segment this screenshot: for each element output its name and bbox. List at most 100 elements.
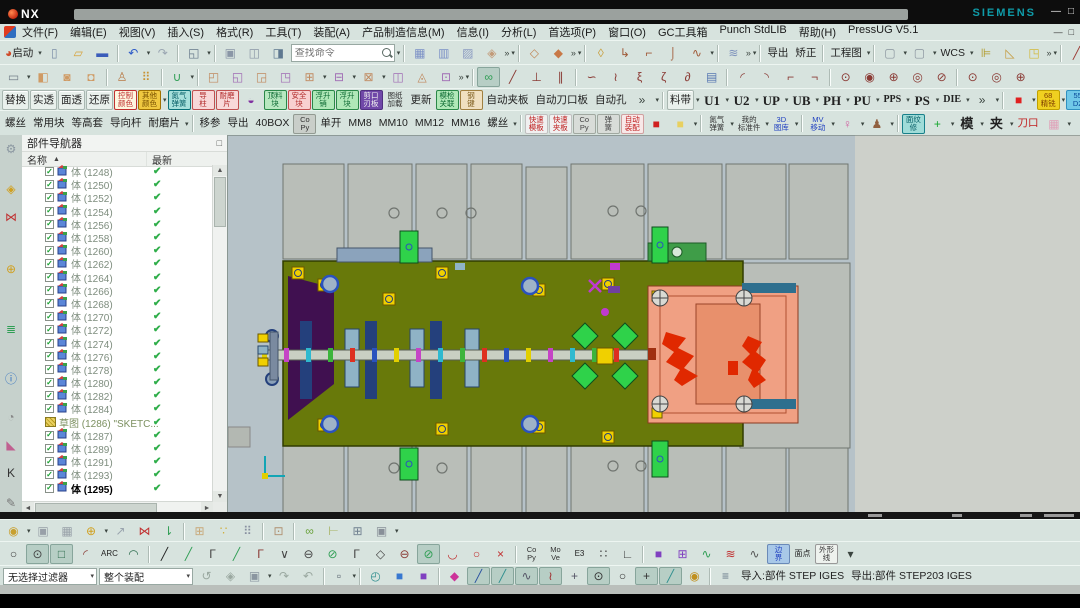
visibility-checkbox-icon[interactable] (45, 457, 54, 467)
refresh-icon[interactable]: ↺ (195, 567, 218, 585)
selection-scope-combo[interactable]: 整个装配 ▾ (99, 567, 193, 585)
command-search[interactable] (290, 44, 395, 62)
guide-post-stamp[interactable]: 导柱 (191, 90, 215, 110)
circle-filter-icon[interactable]: ○ (611, 567, 634, 585)
texture-stamp[interactable]: 面纹修 (901, 113, 925, 134)
dropdown-arrow[interactable]: ▾ (656, 96, 660, 104)
update-button[interactable]: 更新 (408, 90, 435, 110)
navigator-row[interactable]: 体 (1284) (23, 401, 212, 416)
spline-filter-icon[interactable]: ≀ (539, 567, 563, 585)
copy-2-stamp[interactable]: Co Py (572, 113, 596, 134)
dropdown-arrow[interactable]: ▾ (268, 572, 272, 580)
dropdown-arrow[interactable]: ▾ (105, 527, 109, 535)
notes-icon[interactable]: ✎ (2, 495, 20, 511)
navigator-row[interactable]: 体 (1254) (23, 204, 212, 219)
green-cross-icon[interactable]: + (926, 114, 949, 134)
screw-2-button[interactable]: 螺丝 (484, 114, 511, 134)
dropdown-arrow[interactable]: ▾ (710, 49, 714, 57)
dropdown-arrow[interactable]: ▾ (323, 73, 327, 81)
polygon-tool-icon[interactable]: □ (50, 544, 73, 564)
link-circles-icon[interactable]: ⊘ (321, 544, 344, 564)
mdi-minimize-button[interactable]: — (1054, 27, 1063, 37)
curve-tool-4-icon[interactable]: ζ (652, 67, 675, 87)
arc-corner-1-icon[interactable]: ◜ (731, 67, 754, 87)
dropdown-arrow[interactable]: ▾ (1067, 120, 1071, 128)
up-button[interactable]: UP (760, 90, 783, 110)
bend-1-icon[interactable]: ↳ (613, 43, 636, 63)
named-view-box-2[interactable]: ▢ (908, 43, 931, 63)
export-part-button[interactable]: 导出:部件 STEP203 IGES (848, 567, 975, 585)
dropdown-arrow[interactable]: ▾ (147, 49, 151, 57)
menu-item[interactable]: 信息(I) (451, 24, 495, 40)
fillet-icon[interactable]: ◠ (122, 544, 145, 564)
assembly-constraint-icon[interactable]: ⋈ (133, 521, 156, 541)
dropdown-arrow[interactable]: ▾ (1010, 120, 1014, 128)
dropdown-arrow[interactable]: ▾ (38, 49, 42, 57)
dropdown-arrow[interactable]: ▾ (353, 572, 357, 580)
dropdown-arrow[interactable]: ▾ (846, 96, 850, 104)
solid-transparent-button[interactable]: 实透 (30, 90, 57, 110)
visibility-checkbox-icon[interactable] (45, 259, 54, 269)
gear-icon[interactable]: ⚙ (2, 141, 20, 157)
feature-6-icon[interactable]: ⊟ (328, 67, 351, 87)
outline-stamp[interactable]: 外形线 (815, 544, 838, 564)
finish-mill-stamp[interactable]: 68 精铣 (1036, 90, 1060, 110)
add-component-icon[interactable]: ⊕ (80, 521, 103, 541)
circle-5-icon[interactable]: ⊘ (930, 67, 953, 87)
chain-circles-icon[interactable]: ⊘ (417, 544, 440, 564)
dropdown-arrow[interactable]: ▾ (1032, 96, 1036, 104)
navigator-row[interactable]: 体 (1276) (23, 349, 212, 364)
dropdown-arrow[interactable]: ▾ (185, 120, 189, 128)
u2-button[interactable]: U2 (730, 90, 753, 110)
single-open-button[interactable]: 单开 (317, 114, 344, 134)
drawing-load-button[interactable]: 图纸 加载 (384, 90, 407, 110)
visibility-checkbox-icon[interactable] (45, 378, 54, 388)
journal-icon[interactable]: ▣ (219, 43, 242, 63)
curve-tool-5-icon[interactable]: ∂ (676, 67, 699, 87)
arc-text-button[interactable]: ARC (98, 544, 121, 564)
auto-blade-button[interactable]: 自动刀口板 (533, 90, 592, 110)
navigator-row[interactable]: 体 (1262) (23, 256, 212, 271)
dropdown-arrow[interactable]: ▾ (970, 49, 974, 57)
menu-item[interactable]: GC工具箱 (652, 24, 714, 40)
wcs-button[interactable]: WCS (937, 43, 968, 63)
hole-fast-stamp[interactable]: 孔速 (1072, 114, 1080, 134)
menu-item[interactable]: Punch StdLIB (713, 24, 792, 40)
blade-char-button[interactable]: 刀口 (1014, 114, 1041, 134)
palette-icon[interactable]: ◣ (2, 437, 20, 453)
visibility-checkbox-icon[interactable] (45, 180, 54, 190)
u1-button[interactable]: U1 (701, 90, 724, 110)
dropdown-arrow[interactable]: ▾ (27, 73, 31, 81)
trim-blade-stamp[interactable]: 剪口 刃板 (359, 90, 383, 110)
navigator-row[interactable]: 草图 (1286) "SKETC... (23, 416, 212, 430)
named-view-box-1[interactable]: ▢ (878, 43, 901, 63)
graphics-viewport[interactable] (227, 135, 855, 517)
facet-filter-icon[interactable]: ■ (412, 567, 435, 585)
undo-small-icon[interactable]: ↶ (297, 567, 320, 585)
arc-red-icon[interactable]: ◡ (441, 544, 464, 564)
export-2-button[interactable]: 导出 (225, 114, 252, 134)
box40-button[interactable]: 40BOX (253, 114, 293, 134)
nitrogen-spring-stamp[interactable]: 氮气 弹簧 (167, 90, 191, 110)
dropdown-arrow[interactable]: ▾ (578, 49, 582, 57)
visibility-checkbox-icon[interactable] (45, 338, 54, 348)
sketch-point-icon[interactable]: ⊥ (525, 67, 548, 87)
line-icon[interactable]: ╱ (1065, 43, 1080, 63)
arc-corner-2-icon[interactable]: ◝ (755, 67, 778, 87)
circle-center-icon[interactable]: ⊙ (26, 544, 49, 564)
purple-fill-icon[interactable]: ■ (647, 544, 670, 564)
overflow-chevron[interactable]: » (504, 48, 509, 58)
dropdown-arrow[interactable]: ▾ (785, 96, 789, 104)
curve-tool-3-icon[interactable]: ξ (628, 67, 651, 87)
line-black-icon[interactable]: ╱ (153, 544, 176, 564)
doc-small-icon[interactable]: ≡ (714, 567, 737, 585)
rect-select-icon[interactable]: ▫ (328, 567, 351, 585)
menu-item[interactable]: 装配(A) (307, 24, 356, 40)
clock-filter-icon[interactable]: ◴ (364, 567, 387, 585)
axis-filter-icon[interactable]: + (563, 567, 586, 585)
arc-c-icon[interactable]: ◜ (74, 544, 97, 564)
navigator-row[interactable]: 体 (1260) (23, 243, 212, 258)
color-filter-icon[interactable]: ◆ (443, 567, 466, 585)
guide-rod-button[interactable]: 导向杆 (107, 114, 145, 134)
visibility-checkbox-icon[interactable] (45, 246, 54, 256)
